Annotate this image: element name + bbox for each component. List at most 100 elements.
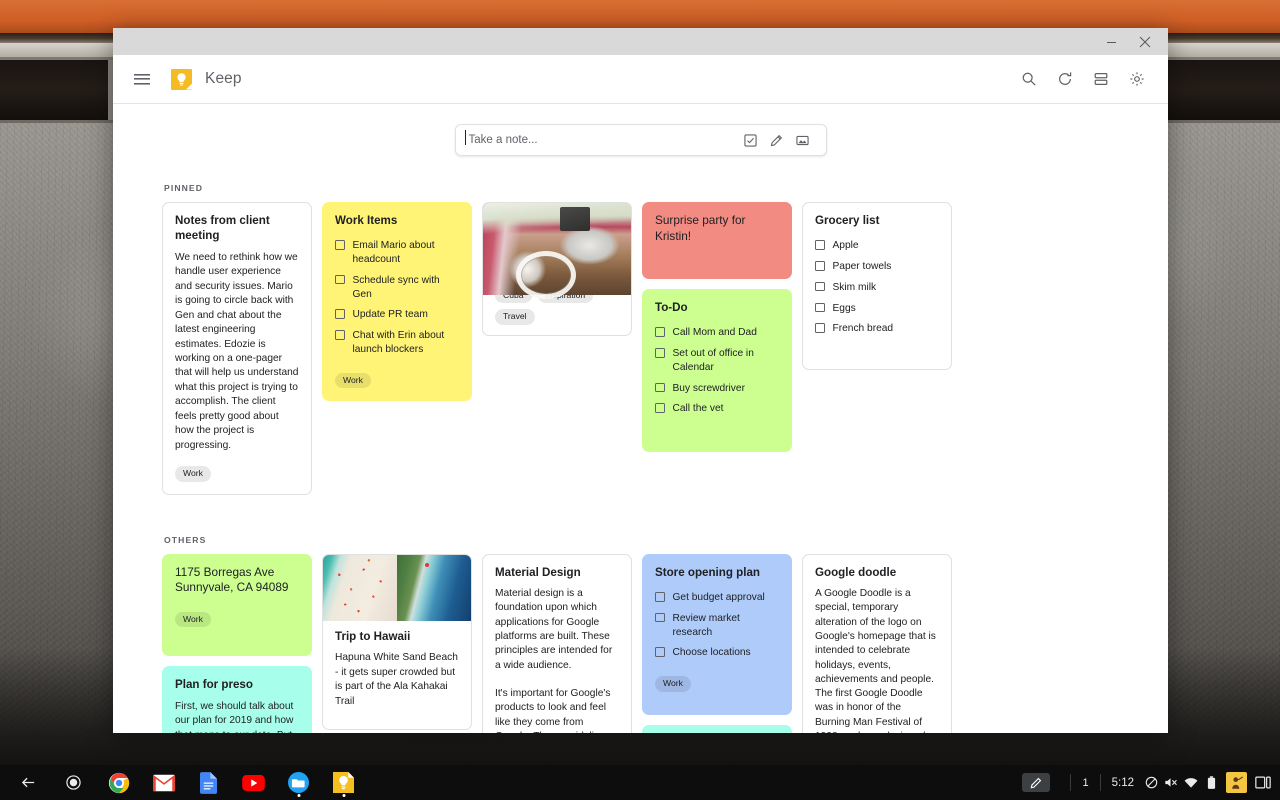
- note-todo[interactable]: To-Do Call Mom and Dad Set out of office…: [642, 289, 792, 453]
- checklist-item[interactable]: Paper towels: [815, 256, 939, 277]
- files-icon[interactable]: [276, 765, 321, 800]
- checklist-item[interactable]: Choose locations: [655, 642, 779, 663]
- close-button[interactable]: [1128, 28, 1162, 55]
- checklist-item[interactable]: Call Mom and Dad: [655, 322, 779, 343]
- other-notes-grid: 1175 Borregas Ave Sunnyvale, CA 94089 Wo…: [162, 553, 1119, 733]
- refresh-icon[interactable]: [1047, 61, 1083, 97]
- checklist-item[interactable]: Review market research: [655, 608, 779, 643]
- settings-icon[interactable]: [1119, 61, 1155, 97]
- beach-aerial-photo-left: [323, 554, 397, 621]
- checkbox-icon[interactable]: [655, 327, 665, 337]
- back-arrow-icon[interactable]: [6, 765, 51, 800]
- label-chip[interactable]: Work: [175, 466, 211, 482]
- clock[interactable]: 5:12: [1112, 777, 1134, 789]
- new-image-icon[interactable]: [790, 127, 816, 153]
- label-chip[interactable]: Work: [175, 611, 211, 628]
- app-toolbar: Keep: [113, 55, 1168, 104]
- checkbox-icon[interactable]: [335, 274, 345, 285]
- pinned-column-2: Work Items Email Mario about headcount S…: [322, 202, 472, 402]
- label-chip[interactable]: Work: [335, 372, 371, 389]
- checkbox-icon[interactable]: [815, 261, 825, 271]
- note-material-design[interactable]: Material Design Material design is a fou…: [482, 553, 632, 733]
- label-chip[interactable]: Work: [655, 676, 691, 692]
- others-column-5: Google doodle A Google Doodle is a speci…: [802, 553, 952, 733]
- keep-icon[interactable]: [321, 765, 366, 800]
- note-title: Notes from client meeting: [175, 214, 270, 243]
- others-column-1: 1175 Borregas Ave Sunnyvale, CA 94089 Wo…: [162, 553, 312, 733]
- battery-icon[interactable]: [1203, 774, 1219, 792]
- window-titlebar: [113, 28, 1168, 55]
- checklist-label: Update PR team: [352, 309, 428, 321]
- checkbox-icon[interactable]: [815, 281, 825, 292]
- checklist-item[interactable]: Update PR team: [335, 304, 459, 325]
- keep-logo-icon: [171, 68, 192, 90]
- checkbox-icon[interactable]: [655, 612, 665, 623]
- checkbox-icon[interactable]: [655, 348, 665, 358]
- note-labels: Work: [335, 372, 459, 389]
- checklist-label: Review market research: [672, 612, 740, 638]
- checkbox-icon[interactable]: [655, 592, 665, 602]
- keep-app-window: Keep Take a note... PINNED Notes from cl…: [113, 28, 1168, 733]
- wifi-icon[interactable]: [1183, 774, 1199, 792]
- checklist-label: Buy screwdriver: [672, 382, 745, 394]
- checklist-item[interactable]: Email Mario about headcount: [335, 235, 459, 270]
- new-drawing-icon[interactable]: [764, 127, 790, 153]
- google-docs-icon[interactable]: [186, 765, 231, 800]
- stylus-icon[interactable]: [1022, 773, 1051, 792]
- checkbox-icon[interactable]: [335, 330, 345, 340]
- checklist-label: French bread: [832, 323, 894, 335]
- note-address[interactable]: 1175 Borregas Ave Sunnyvale, CA 94089 Wo…: [162, 553, 312, 657]
- checklist-item[interactable]: Eggs: [815, 298, 939, 319]
- do-not-disturb-icon[interactable]: [1143, 774, 1159, 792]
- checkbox-icon[interactable]: [815, 240, 825, 250]
- minimize-button[interactable]: [1094, 28, 1128, 55]
- notes-content-area: Take a note... PINNED Notes from client …: [113, 104, 1168, 733]
- checklist-item[interactable]: French bread: [815, 318, 939, 339]
- checkbox-icon[interactable]: [335, 309, 345, 319]
- home-circle-icon[interactable]: [51, 765, 96, 800]
- checklist-item[interactable]: Chat with Erin about launch blockers: [335, 325, 459, 360]
- checkbox-icon[interactable]: [815, 323, 825, 333]
- label-chip[interactable]: Travel: [495, 309, 535, 325]
- desk-number[interactable]: 1: [1082, 777, 1088, 789]
- note-labels: Work: [655, 676, 779, 692]
- checklist-label: Set out of office in Calendar: [672, 348, 754, 373]
- checkbox-icon[interactable]: [655, 382, 665, 393]
- checkbox-icon[interactable]: [655, 647, 665, 657]
- volume-muted-icon[interactable]: [1163, 774, 1179, 792]
- note-client-meeting[interactable]: Notes from client meeting We need to ret…: [162, 202, 312, 495]
- checklist-item[interactable]: Schedule sync with Gen: [335, 270, 459, 305]
- note-labels: Work: [175, 466, 299, 482]
- note-trip-to-hawaii[interactable]: Trip to Hawaii Hapuna White Sand Beach -…: [322, 553, 472, 731]
- system-shelf: 1 5:12: [0, 765, 1280, 800]
- youtube-icon[interactable]: [231, 765, 276, 800]
- checklist-item[interactable]: Call the vet: [655, 398, 779, 419]
- checkbox-icon[interactable]: [655, 403, 665, 413]
- checklist-item[interactable]: Buy screwdriver: [655, 378, 779, 399]
- note-plan-for-preso[interactable]: Plan for preso First, we should talk abo…: [162, 666, 312, 733]
- main-menu-icon[interactable]: [123, 60, 161, 98]
- new-checklist-icon[interactable]: [738, 127, 764, 153]
- window-overview-icon[interactable]: [1254, 774, 1272, 792]
- checkbox-icon[interactable]: [815, 302, 825, 313]
- checklist-item[interactable]: Apple: [815, 235, 939, 256]
- chrome-icon[interactable]: [96, 765, 141, 800]
- note-google-doodle[interactable]: Google doodle A Google Doodle is a speci…: [802, 553, 952, 733]
- note-car-photo[interactable]: Cuba Inspiration Travel: [482, 202, 632, 336]
- note-summer-bbq[interactable]: Summer BBQ Chicken BBQ Sauce Ribs: [642, 724, 792, 733]
- checklist-item[interactable]: Get budget approval: [655, 587, 779, 608]
- note-title: 1175 Borregas Ave Sunnyvale, CA 94089: [175, 564, 289, 595]
- checkbox-icon[interactable]: [335, 240, 345, 250]
- note-work-items[interactable]: Work Items Email Mario about headcount S…: [322, 202, 472, 402]
- user-avatar[interactable]: [1226, 772, 1247, 793]
- note-title: Surprise party for Kristin!: [655, 213, 746, 243]
- note-surprise-party[interactable]: Surprise party for Kristin!: [642, 202, 792, 279]
- checklist-item[interactable]: Set out of office in Calendar: [655, 343, 779, 378]
- note-store-opening-plan[interactable]: Store opening plan Get budget approval R…: [642, 553, 792, 715]
- search-icon[interactable]: [1011, 61, 1047, 97]
- note-grocery-list[interactable]: Grocery list Apple Paper towels Skim mil…: [802, 202, 952, 371]
- gmail-icon[interactable]: [141, 765, 186, 800]
- checklist-item[interactable]: Skim milk: [815, 277, 939, 298]
- list-view-icon[interactable]: [1083, 61, 1119, 97]
- take-note-input[interactable]: Take a note...: [454, 124, 827, 156]
